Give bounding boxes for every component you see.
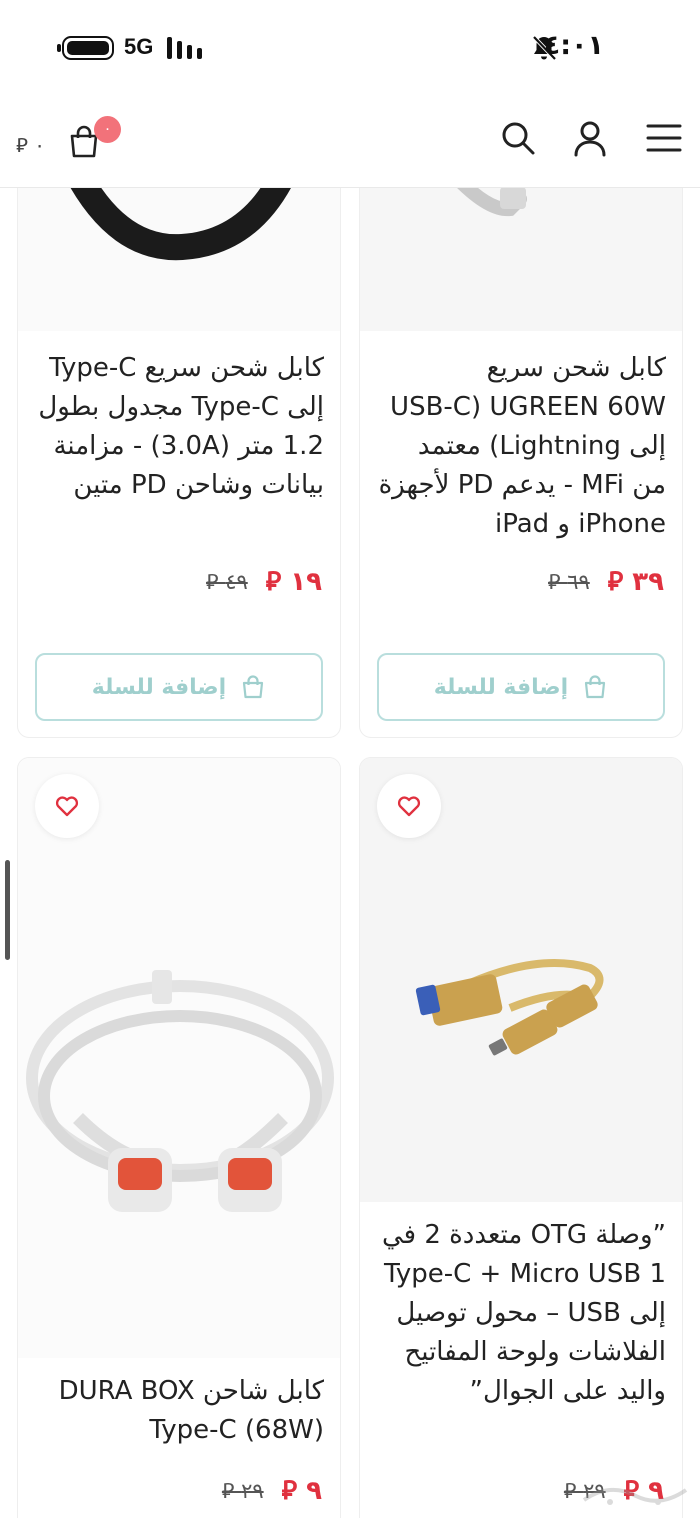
sale-price: ٣٩ ⃁ bbox=[607, 567, 664, 597]
bag-icon bbox=[585, 675, 606, 699]
sale-price: ١٩ ⃁ bbox=[265, 567, 322, 597]
add-to-cart-label: إضافة للسلة bbox=[433, 674, 569, 700]
product-title[interactable]: كابل شحن سريع Type-C إلى Type-C مجدول بط… bbox=[36, 349, 324, 505]
heart-icon bbox=[55, 796, 79, 817]
add-to-cart-button[interactable]: إضافة للسلة bbox=[35, 653, 323, 721]
price-row: ١٩ ⃁ ٤٩ ⃁ bbox=[206, 565, 322, 598]
search-icon[interactable] bbox=[498, 118, 538, 158]
original-price: ٤٩ ⃁ bbox=[206, 570, 248, 594]
sale-price: ٩ ⃁ bbox=[281, 1476, 322, 1506]
price-row: ٣٩ ⃁ ٦٩ ⃁ bbox=[548, 565, 664, 598]
product-image[interactable] bbox=[18, 758, 340, 1358]
product-card[interactable]: ”وصلة OTG متعددة 2 في 1 Type-C + Micro U… bbox=[359, 757, 683, 1518]
battery-icon bbox=[57, 36, 114, 60]
user-icon[interactable] bbox=[570, 118, 610, 158]
original-price: ٢٩ ⃁ bbox=[221, 1479, 264, 1503]
store-header: ٠ ⃁ ٠ bbox=[0, 96, 700, 188]
add-to-cart-label: إضافة للسلة bbox=[91, 674, 227, 700]
network-type: 5G bbox=[124, 34, 154, 59]
scrollbar-thumb[interactable] bbox=[5, 860, 10, 960]
product-title[interactable]: ”وصلة OTG متعددة 2 في 1 Type-C + Micro U… bbox=[378, 1216, 666, 1411]
favorite-button[interactable] bbox=[377, 774, 441, 838]
cart-button[interactable]: ٠ ⃁ ٠ bbox=[14, 116, 121, 164]
signal-icon bbox=[167, 37, 202, 59]
cart-total: ٠ ⃁ bbox=[16, 133, 45, 157]
product-card[interactable]: كابل شحن سريع UGREEN 60W (USB-C إلى Ligh… bbox=[359, 150, 683, 738]
product-card[interactable]: كابل شاحن DURA BOX Type-C (68W) ٩ ⃁ ٢٩ ⃁ bbox=[17, 757, 341, 1518]
heart-icon bbox=[397, 796, 421, 817]
product-title[interactable]: كابل شاحن DURA BOX Type-C (68W) bbox=[36, 1372, 324, 1450]
menu-icon[interactable] bbox=[644, 118, 684, 158]
clock: ٤:٠١ bbox=[543, 30, 604, 61]
add-to-cart-button[interactable]: إضافة للسلة bbox=[377, 653, 665, 721]
watermark-logo bbox=[582, 1488, 688, 1505]
status-bar: 5G ٤:٠١ bbox=[0, 0, 700, 96]
bag-icon bbox=[243, 675, 264, 699]
original-price: ٦٩ ⃁ bbox=[548, 570, 590, 594]
product-card[interactable]: كابل شحن سريع Type-C إلى Type-C مجدول بط… bbox=[17, 150, 341, 738]
favorite-button[interactable] bbox=[35, 774, 99, 838]
cart-count-badge: ٠ bbox=[94, 116, 121, 143]
price-row: ٩ ⃁ ٢٩ ⃁ bbox=[222, 1474, 322, 1507]
product-title[interactable]: كابل شحن سريع UGREEN 60W (USB-C إلى Ligh… bbox=[378, 349, 666, 544]
